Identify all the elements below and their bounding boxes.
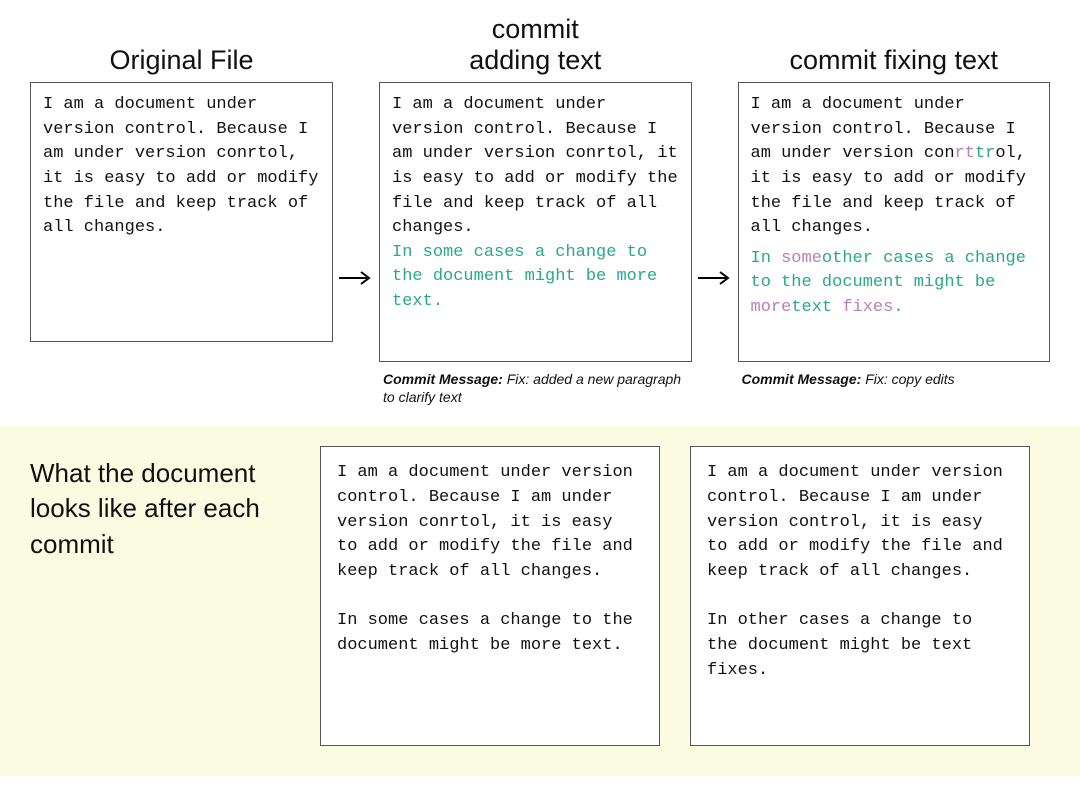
c2-p2c: text	[791, 298, 842, 317]
c2-p2a: In	[751, 249, 782, 268]
original-text: I am a document under version control. B…	[43, 95, 318, 237]
commit1-message: Commit Message: Fix: added a new paragra…	[379, 370, 691, 406]
arrow-icon	[698, 269, 732, 287]
c2-del1: rt	[955, 144, 975, 163]
box-commit2: I am a document under version control. B…	[738, 82, 1050, 362]
bottom-section: What the document looks like after each …	[0, 426, 1080, 776]
column-commit2: commit fixing text I am a document under…	[738, 10, 1050, 388]
commit1-base: I am a document under version control. B…	[392, 95, 678, 237]
c2-p2del2: more	[751, 298, 792, 317]
result-box-1: I am a document under version control. B…	[320, 446, 660, 746]
bottom-label: What the document looks like after each …	[30, 446, 290, 561]
box-original: I am a document under version control. B…	[30, 82, 333, 342]
commit1-added: In some cases a change to the document m…	[392, 243, 657, 311]
commit2-message: Commit Message: Fix: copy edits	[738, 370, 1050, 388]
commit2-msg-label: Commit Message:	[742, 371, 862, 387]
c2-p2add1: other	[822, 249, 873, 268]
c2-add1: tr	[975, 144, 995, 163]
result-box-2: I am a document under version control. B…	[690, 446, 1030, 746]
commit2-msg-text: Fix: copy edits	[861, 371, 954, 387]
box-commit1: I am a document under version control. B…	[379, 82, 691, 362]
commit1-msg-label: Commit Message:	[383, 371, 503, 387]
c2-p2d: .	[893, 298, 903, 317]
c2-p2add2: fixes	[842, 298, 893, 317]
column-commit1: commit adding text I am a document under…	[379, 10, 691, 406]
c2-p2del1: some	[781, 249, 822, 268]
heading-commit2: commit fixing text	[789, 10, 998, 76]
column-original: Original File I am a document under vers…	[30, 10, 333, 342]
heading-original: Original File	[109, 10, 253, 76]
heading-commit1: commit adding text	[469, 10, 601, 76]
arrow-icon	[339, 269, 373, 287]
top-row: Original File I am a document under vers…	[0, 0, 1080, 406]
